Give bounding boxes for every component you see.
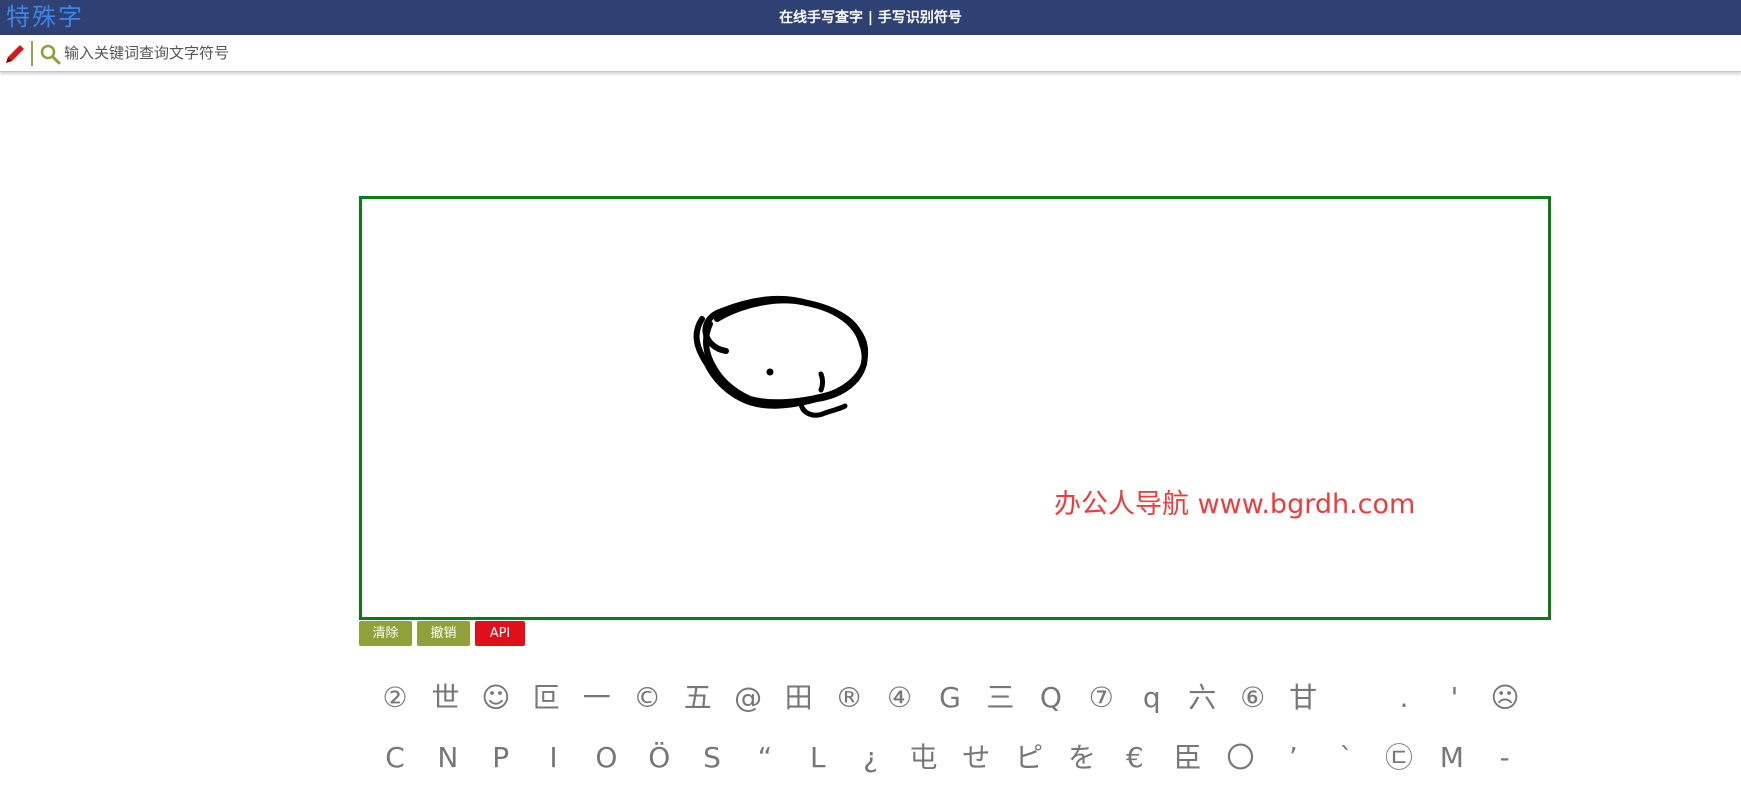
search-icon[interactable]	[39, 43, 61, 65]
candidate-char[interactable]: P	[476, 738, 526, 778]
candidate-char[interactable]: 一	[572, 678, 622, 718]
candidate-char[interactable]: 叵	[521, 678, 571, 718]
candidate-char[interactable]: “	[740, 738, 790, 778]
search-bar	[0, 35, 1741, 72]
undo-button[interactable]: 撤销	[417, 621, 470, 646]
candidate-char[interactable]: Q	[1026, 678, 1076, 718]
candidate-char[interactable]: @	[723, 678, 773, 718]
toolbar-divider	[31, 41, 33, 66]
candidate-char[interactable]: ¿	[846, 738, 896, 778]
candidate-row-1: ② 世 ☺ 叵 一 © 五 @ 田 ® ④ G 三 Q ⑦ q 六 ⑥ 甘 . …	[370, 668, 1530, 728]
candidate-char[interactable]: M	[1427, 738, 1477, 778]
api-button[interactable]: API	[475, 621, 525, 646]
candidate-char[interactable]: '	[1430, 678, 1480, 718]
candidate-char[interactable]: ⑦	[1076, 678, 1126, 718]
title-bar: 特殊字 在线手写查字 | 手写识别符号	[0, 0, 1741, 35]
candidate-char[interactable]: -	[1480, 738, 1530, 778]
candidate-row-2: C N P I O Ö S “ L ¿ 屯 せ ピ を € 臣 〇 ’ ` ㉢ …	[370, 728, 1530, 788]
candidate-char[interactable]: ©	[622, 678, 672, 718]
candidate-char[interactable]: Ö	[634, 738, 684, 778]
handwriting-canvas[interactable]: 办公人导航 www.bgrdh.com	[359, 196, 1551, 620]
search-input[interactable]	[64, 38, 1064, 68]
watermark-text: 办公人导航 www.bgrdh.com	[1054, 489, 1416, 520]
candidate-char[interactable]: 三	[975, 678, 1025, 718]
candidate-char[interactable]: S	[687, 738, 737, 778]
handwriting-strokes	[693, 295, 869, 418]
candidate-char[interactable]: 五	[673, 678, 723, 718]
candidate-char[interactable]: I	[529, 738, 579, 778]
clear-button[interactable]: 清除	[359, 621, 412, 646]
candidate-char[interactable]: 臣	[1163, 738, 1213, 778]
candidate-char[interactable]: を	[1057, 738, 1107, 778]
candidate-char[interactable]: ⑥	[1228, 678, 1278, 718]
page-title: 在线手写查字 | 手写识别符号	[779, 10, 962, 26]
candidate-char[interactable]: ②	[370, 678, 420, 718]
pencil-icon[interactable]	[3, 42, 27, 66]
candidate-char[interactable]: ®	[824, 678, 874, 718]
candidate-char[interactable]: 甘	[1278, 678, 1328, 718]
candidate-char[interactable]: €	[1110, 738, 1160, 778]
candidate-char[interactable]: ☹	[1480, 678, 1530, 718]
candidate-char[interactable]: N	[423, 738, 473, 778]
candidate-char[interactable]: 六	[1177, 678, 1227, 718]
candidate-char[interactable]: G	[925, 678, 975, 718]
candidate-char[interactable]: せ	[951, 738, 1001, 778]
candidate-char[interactable]: ’	[1268, 738, 1318, 778]
candidate-char[interactable]: 田	[774, 678, 824, 718]
candidate-char[interactable]: .	[1379, 678, 1429, 718]
candidate-char[interactable]: ピ	[1004, 738, 1054, 778]
candidate-char[interactable]: O	[581, 738, 631, 778]
candidate-char[interactable]: `	[1321, 738, 1371, 778]
candidate-char[interactable]: ㉢	[1374, 738, 1424, 778]
candidate-char[interactable]: L	[793, 738, 843, 778]
candidate-char[interactable]: 世	[420, 678, 470, 718]
candidate-char[interactable]: ④	[875, 678, 925, 718]
candidate-char[interactable]: 屯	[898, 738, 948, 778]
candidate-char[interactable]: ☺	[471, 678, 521, 718]
candidate-char[interactable]: C	[370, 738, 420, 778]
candidate-char[interactable]: q	[1127, 678, 1177, 718]
candidate-char[interactable]: 〇	[1216, 738, 1266, 778]
